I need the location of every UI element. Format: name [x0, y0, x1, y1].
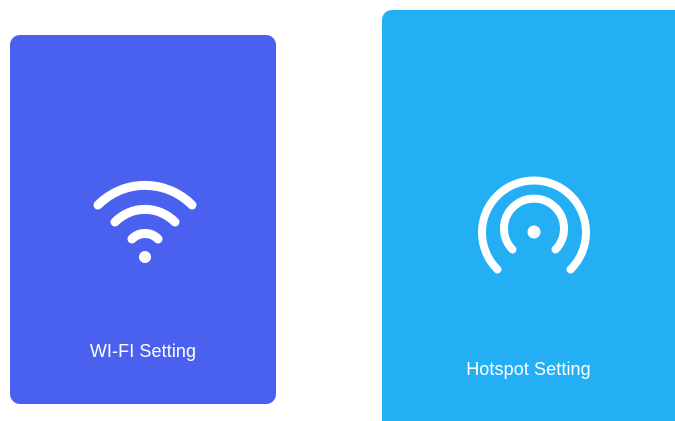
wifi-setting-label: WI-FI Setting	[89, 341, 197, 361]
wifi-setting-card[interactable]: WI-FI Setting	[10, 35, 276, 404]
hotspot-icon	[478, 176, 590, 274]
settings-screen: WI-FI Setting Hotspot Setting	[0, 0, 675, 421]
hotspot-setting-label: Hotspot Setting	[466, 359, 591, 379]
hotspot-setting-card[interactable]: Hotspot Setting	[382, 10, 675, 421]
wifi-icon	[93, 180, 197, 263]
